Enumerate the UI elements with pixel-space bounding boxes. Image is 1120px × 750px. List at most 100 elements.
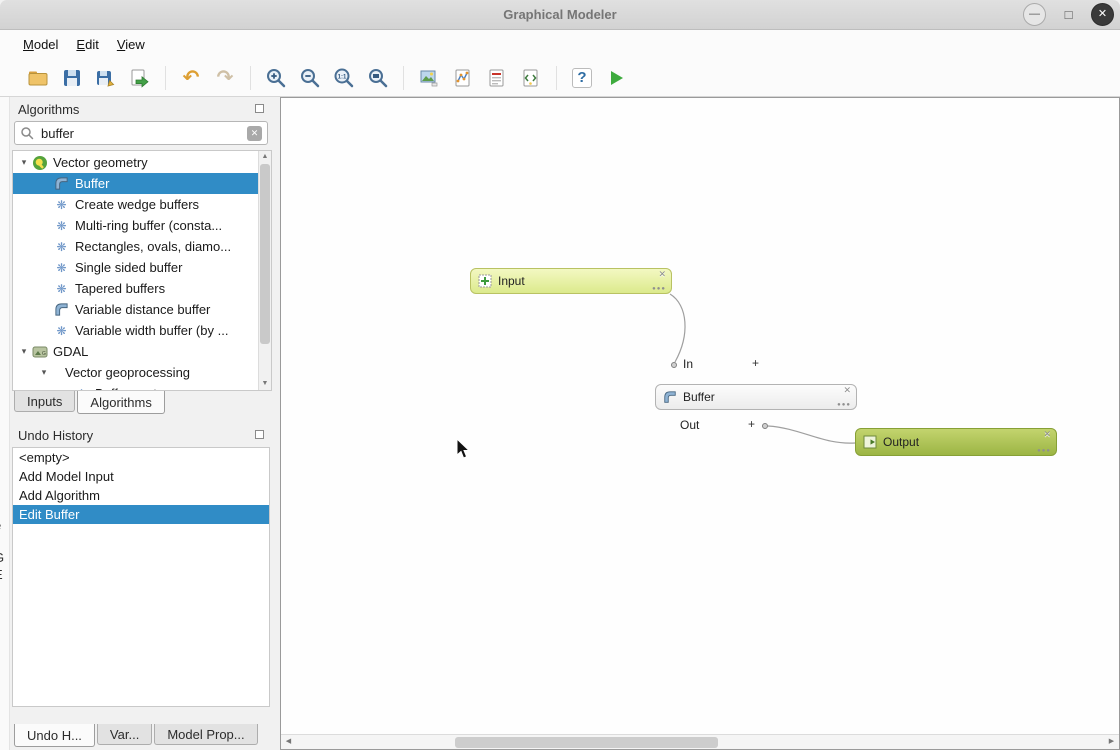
in-socket[interactable]: [671, 362, 677, 368]
out-socket[interactable]: [762, 423, 768, 429]
tree-item-single-sided-buffer[interactable]: ❋ Single sided buffer: [13, 257, 258, 278]
expand-arrow-icon[interactable]: ▾: [37, 367, 51, 378]
scroll-right-icon[interactable]: ▶: [1104, 735, 1119, 749]
export-pdf-button[interactable]: [483, 64, 511, 92]
svg-text:1:1: 1:1: [338, 74, 347, 80]
model-node-input[interactable]: Input ✕ ●●●: [470, 268, 672, 294]
menu-view[interactable]: View: [108, 33, 154, 56]
out-port-expand[interactable]: +: [748, 417, 755, 431]
undo-item-add-model-input[interactable]: Add Model Input: [13, 467, 269, 486]
float-panel-icon[interactable]: [255, 430, 264, 439]
save-in-project-button[interactable]: [126, 64, 154, 92]
tree-scrollbar-thumb[interactable]: [260, 164, 270, 344]
in-port-expand[interactable]: +: [752, 356, 759, 370]
tree-item-variable-distance-buffer[interactable]: Variable distance buffer: [13, 299, 258, 320]
tree-item-vector-geometry[interactable]: ▾ Vector geometry: [13, 152, 258, 173]
model-node-output[interactable]: Output ✕ ●●●: [855, 428, 1057, 456]
tree-item-label: Vector geoprocessing: [65, 365, 190, 380]
zoom-full-button[interactable]: [364, 64, 392, 92]
zoom-in-icon: [265, 67, 287, 89]
buffer-node-icon: [663, 390, 677, 404]
close-button[interactable]: ✕: [1091, 3, 1114, 26]
mouse-cursor: [456, 438, 472, 460]
tab-variables[interactable]: Var...: [97, 724, 152, 745]
menu-model-key: M: [23, 37, 34, 52]
minimize-button[interactable]: —: [1023, 3, 1046, 26]
export-script-button[interactable]: [517, 64, 545, 92]
undo-item-edit-buffer[interactable]: Edit Buffer: [13, 505, 269, 524]
maximize-button[interactable]: □: [1057, 3, 1080, 26]
help-button[interactable]: ?: [568, 64, 596, 92]
export-svg-button[interactable]: [449, 64, 477, 92]
tree-item-multi-ring-buffer[interactable]: ❋ Multi-ring buffer (consta...: [13, 215, 258, 236]
scroll-down-icon[interactable]: ▼: [259, 378, 271, 390]
tree-item-buffer-vectors[interactable]: ❋ Buffer vectors: [13, 383, 258, 391]
tab-model-properties[interactable]: Model Prop...: [154, 724, 257, 745]
menu-edit[interactable]: Edit: [67, 33, 107, 56]
qgis-provider-icon: [31, 155, 48, 171]
tree-item-label: Buffer: [75, 176, 109, 191]
tree-item-gdal[interactable]: ▾ G GDAL: [13, 341, 258, 362]
delete-node-icon[interactable]: ✕: [658, 269, 666, 280]
tree-item-tapered-buffers[interactable]: ❋ Tapered buffers: [13, 278, 258, 299]
export-svg-icon: [452, 67, 474, 89]
expand-arrow-icon[interactable]: ▾: [17, 157, 31, 168]
toolbar-separator: [556, 66, 557, 90]
algorithm-icon: ❋: [53, 260, 70, 276]
run-icon: [605, 67, 627, 89]
zoom-full-icon: [367, 67, 389, 89]
zoom-out-button[interactable]: [296, 64, 324, 92]
delete-node-icon[interactable]: ✕: [843, 385, 851, 396]
open-model-button[interactable]: [24, 64, 52, 92]
save-icon: [61, 67, 83, 89]
tree-item-buffer[interactable]: Buffer: [13, 173, 258, 194]
model-node-buffer[interactable]: Buffer ✕ ●●●: [655, 384, 857, 410]
graphical-modeler-window: Graphical Modeler — □ ✕ Model Edit View: [0, 0, 1120, 750]
tree-item-vector-geoprocessing[interactable]: ▾ Vector geoprocessing: [13, 362, 258, 383]
undo-item-empty[interactable]: <empty>: [13, 448, 269, 467]
menu-model[interactable]: Model: [14, 33, 67, 56]
run-model-button[interactable]: [602, 64, 630, 92]
tree-item-rectangles-ovals[interactable]: ❋ Rectangles, ovals, diamo...: [13, 236, 258, 257]
delete-node-icon[interactable]: ✕: [1043, 429, 1051, 440]
zoom-in-button[interactable]: [262, 64, 290, 92]
menu-model-rest: odel: [34, 37, 59, 52]
expand-arrow-icon[interactable]: ▾: [17, 346, 31, 357]
node-options-icon[interactable]: ●●●: [652, 286, 666, 292]
export-script-icon: [520, 67, 542, 89]
scroll-left-icon[interactable]: ◀: [281, 735, 296, 749]
tree-item-variable-width-buffer[interactable]: ❋ Variable width buffer (by ...: [13, 320, 258, 341]
tree-item-label: Variable distance buffer: [75, 302, 210, 317]
tree-item-label: Vector geometry: [53, 155, 148, 170]
undo-item-add-algorithm[interactable]: Add Algorithm: [13, 486, 269, 505]
algorithm-icon: ❋: [53, 218, 70, 234]
tree-item-label: Create wedge buffers: [75, 197, 199, 212]
tab-algorithms[interactable]: Algorithms: [77, 391, 164, 414]
search-input[interactable]: [39, 125, 242, 142]
undo-history-panel-title: Undo History: [10, 423, 272, 445]
node-options-icon[interactable]: ●●●: [1037, 448, 1051, 454]
node-options-icon[interactable]: ●●●: [837, 402, 851, 408]
panel-splitter[interactable]: [272, 97, 280, 750]
zoom-actual-button[interactable]: 1:1: [330, 64, 358, 92]
redo-button[interactable]: ↷: [211, 64, 239, 92]
canvas-hscrollbar[interactable]: ◀ ▶: [281, 734, 1119, 749]
save-model-as-button[interactable]: [92, 64, 120, 92]
redo-icon: ↷: [217, 68, 234, 88]
clear-search-icon[interactable]: ✕: [247, 126, 262, 141]
export-image-button[interactable]: [415, 64, 443, 92]
tab-inputs[interactable]: Inputs: [14, 391, 75, 412]
clipped-letter: G: [0, 550, 4, 565]
tab-undo-history[interactable]: Undo H...: [14, 724, 95, 747]
save-model-button[interactable]: [58, 64, 86, 92]
tree-scrollbar[interactable]: ▲ ▼: [258, 151, 271, 390]
canvas-hscrollbar-thumb[interactable]: [455, 737, 718, 748]
float-panel-icon[interactable]: [255, 104, 264, 113]
folder-open-icon: [27, 67, 49, 89]
undo-button[interactable]: ↶: [177, 64, 205, 92]
window-controls: — □ ✕: [1023, 3, 1114, 26]
algorithm-icon: ❋: [53, 239, 70, 255]
model-canvas[interactable]: Input ✕ ●●● In + Buffer ✕ ●●● Out +: [280, 97, 1120, 750]
scroll-up-icon[interactable]: ▲: [259, 151, 271, 163]
tree-item-create-wedge-buffers[interactable]: ❋ Create wedge buffers: [13, 194, 258, 215]
